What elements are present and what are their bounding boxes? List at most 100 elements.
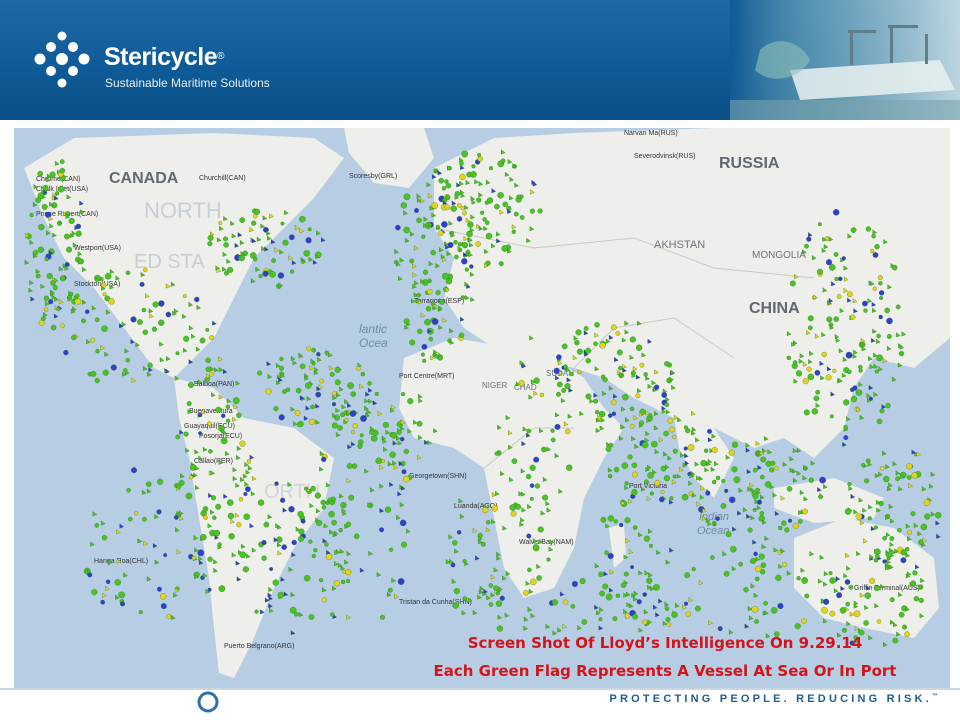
vessel-flag-icon[interactable]	[471, 164, 476, 169]
vessel-flag-icon[interactable]	[198, 431, 203, 436]
vessel-flag-icon[interactable]	[166, 614, 172, 620]
vessel-flag-icon[interactable]	[60, 323, 65, 329]
vessel-flag-icon[interactable]	[784, 527, 790, 533]
vessel-flag-icon[interactable]	[533, 456, 540, 463]
vessel-flag-icon[interactable]	[804, 593, 810, 599]
vessel-flag-icon[interactable]	[461, 242, 468, 249]
vessel-flag-icon[interactable]	[778, 525, 783, 531]
vessel-flag-icon[interactable]	[399, 519, 407, 527]
vessel-flag-icon[interactable]	[871, 234, 876, 239]
vessel-flag-icon[interactable]	[526, 428, 532, 434]
vessel-flag-icon[interactable]	[64, 262, 70, 267]
vessel-flag-icon[interactable]	[882, 535, 887, 541]
vessel-flag-icon[interactable]	[226, 499, 234, 506]
vessel-flag-icon[interactable]	[669, 426, 675, 433]
vessel-flag-icon[interactable]	[355, 366, 361, 371]
vessel-flag-icon[interactable]	[797, 519, 803, 524]
vessel-flag-icon[interactable]	[295, 387, 302, 394]
vessel-flag-icon[interactable]	[401, 541, 407, 548]
vessel-flag-icon[interactable]	[621, 462, 629, 469]
world-vessel-map[interactable]: CANADA NORTH ED STA RUSSIA AKHSTAN MONGO…	[14, 128, 950, 688]
vessel-flag-icon[interactable]	[869, 577, 876, 584]
vessel-flag-icon[interactable]	[669, 496, 674, 501]
vessel-flag-icon[interactable]	[218, 585, 226, 592]
vessel-flag-icon[interactable]	[400, 202, 407, 209]
vessel-flag-icon[interactable]	[183, 335, 190, 342]
vessel-flag-icon[interactable]	[571, 580, 578, 588]
vessel-flag-icon[interactable]	[94, 317, 100, 323]
vessel-flag-icon[interactable]	[556, 354, 562, 360]
vessel-flag-icon[interactable]	[384, 506, 392, 513]
vessel-flag-icon[interactable]	[667, 418, 674, 424]
vessel-flag-icon[interactable]	[781, 520, 787, 526]
vessel-flag-icon[interactable]	[348, 494, 355, 501]
vessel-flag-icon[interactable]	[294, 410, 301, 416]
vessel-flag-icon[interactable]	[444, 204, 451, 211]
vessel-flag-icon[interactable]	[910, 580, 917, 587]
vessel-flag-icon[interactable]	[550, 437, 556, 443]
vessel-flag-icon[interactable]	[401, 469, 407, 475]
vessel-flag-icon[interactable]	[753, 551, 758, 557]
vessel-flag-icon[interactable]	[845, 351, 853, 359]
vessel-flag-icon[interactable]	[110, 364, 117, 371]
vessel-flag-icon[interactable]	[380, 614, 385, 620]
vessel-flag-icon[interactable]	[461, 258, 468, 265]
vessel-flag-icon[interactable]	[447, 242, 454, 248]
vessel-flag-icon[interactable]	[482, 217, 487, 222]
vessel-flag-icon[interactable]	[205, 327, 210, 332]
vessel-flag-icon[interactable]	[288, 506, 295, 513]
vessel-flag-icon[interactable]	[498, 261, 504, 267]
vessel-flag-icon[interactable]	[307, 227, 312, 232]
vessel-flag-icon[interactable]	[48, 299, 54, 305]
vessel-flag-icon[interactable]	[848, 584, 854, 590]
vessel-flag-icon[interactable]	[37, 170, 43, 177]
vessel-flag-icon[interactable]	[575, 329, 582, 336]
vessel-flag-icon[interactable]	[847, 369, 852, 375]
vessel-flag-icon[interactable]	[789, 280, 796, 287]
vessel-flag-icon[interactable]	[225, 404, 231, 409]
vessel-flag-icon[interactable]	[664, 402, 670, 408]
vessel-flag-icon[interactable]	[624, 517, 631, 524]
vessel-flag-icon[interactable]	[862, 300, 868, 307]
vessel-flag-icon[interactable]	[631, 489, 638, 496]
vessel-flag-icon[interactable]	[864, 592, 871, 599]
vessel-flag-icon[interactable]	[850, 395, 858, 403]
vessel-flag-icon[interactable]	[271, 258, 276, 263]
vessel-flag-icon[interactable]	[618, 365, 623, 371]
vessel-flag-icon[interactable]	[878, 281, 883, 286]
vessel-flag-icon[interactable]	[457, 242, 463, 247]
vessel-flag-icon[interactable]	[81, 318, 86, 324]
vessel-flag-icon[interactable]	[316, 519, 323, 527]
vessel-flag-icon[interactable]	[867, 516, 872, 521]
vessel-flag-icon[interactable]	[334, 366, 341, 373]
vessel-flag-icon[interactable]	[290, 269, 295, 274]
vessel-flag-icon[interactable]	[585, 358, 591, 364]
vessel-flag-icon[interactable]	[806, 366, 812, 372]
vessel-flag-icon[interactable]	[319, 378, 324, 384]
vessel-flag-icon[interactable]	[598, 571, 604, 577]
vessel-flag-icon[interactable]	[127, 516, 133, 522]
vessel-flag-icon[interactable]	[156, 586, 162, 592]
vessel-flag-icon[interactable]	[100, 599, 106, 605]
vessel-flag-icon[interactable]	[305, 237, 312, 244]
vessel-flag-icon[interactable]	[314, 492, 321, 499]
vessel-flag-icon[interactable]	[279, 365, 284, 371]
vessel-flag-icon[interactable]	[885, 402, 891, 409]
vessel-flag-icon[interactable]	[456, 216, 463, 222]
vessel-flag-icon[interactable]	[598, 617, 603, 622]
vessel-flag-icon[interactable]	[576, 348, 583, 355]
vessel-flag-icon[interactable]	[447, 165, 452, 171]
vessel-flag-icon[interactable]	[815, 389, 821, 395]
vessel-flag-icon[interactable]	[570, 604, 576, 609]
vessel-flag-icon[interactable]	[218, 221, 223, 226]
vessel-flag-icon[interactable]	[906, 475, 912, 480]
vessel-flag-icon[interactable]	[620, 582, 627, 588]
vessel-flag-icon[interactable]	[209, 371, 214, 377]
vessel-flag-icon[interactable]	[299, 363, 306, 370]
vessel-flag-icon[interactable]	[369, 429, 375, 435]
vessel-flag-icon[interactable]	[900, 557, 907, 564]
vessel-flag-icon[interactable]	[239, 440, 246, 447]
vessel-flag-icon[interactable]	[311, 553, 316, 559]
vessel-flag-icon[interactable]	[439, 299, 445, 305]
vessel-flag-icon[interactable]	[604, 550, 609, 555]
